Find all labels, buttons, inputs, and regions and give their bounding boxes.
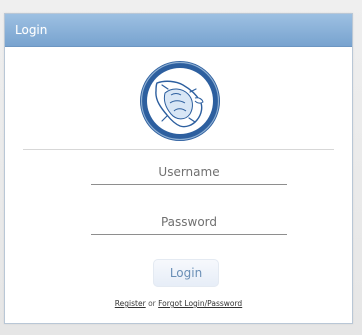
username-field[interactable] bbox=[91, 159, 287, 185]
link-separator: or bbox=[148, 299, 156, 308]
login-dialog: Login Login Register or Forgot Login/Pas… bbox=[4, 13, 353, 324]
login-button[interactable]: Login bbox=[153, 259, 219, 287]
page: Login Login Register or Forgot Login/Pas… bbox=[0, 0, 362, 335]
dialog-titlebar: Login bbox=[5, 14, 352, 47]
sea-turtle-badge-icon bbox=[140, 61, 220, 141]
forgot-login-password-link[interactable]: Forgot Login/Password bbox=[158, 299, 242, 308]
divider bbox=[23, 149, 334, 150]
register-link[interactable]: Register bbox=[115, 299, 146, 308]
dialog-title: Login bbox=[15, 23, 48, 37]
footer-links: Register or Forgot Login/Password bbox=[5, 299, 352, 308]
password-field[interactable] bbox=[91, 209, 287, 235]
